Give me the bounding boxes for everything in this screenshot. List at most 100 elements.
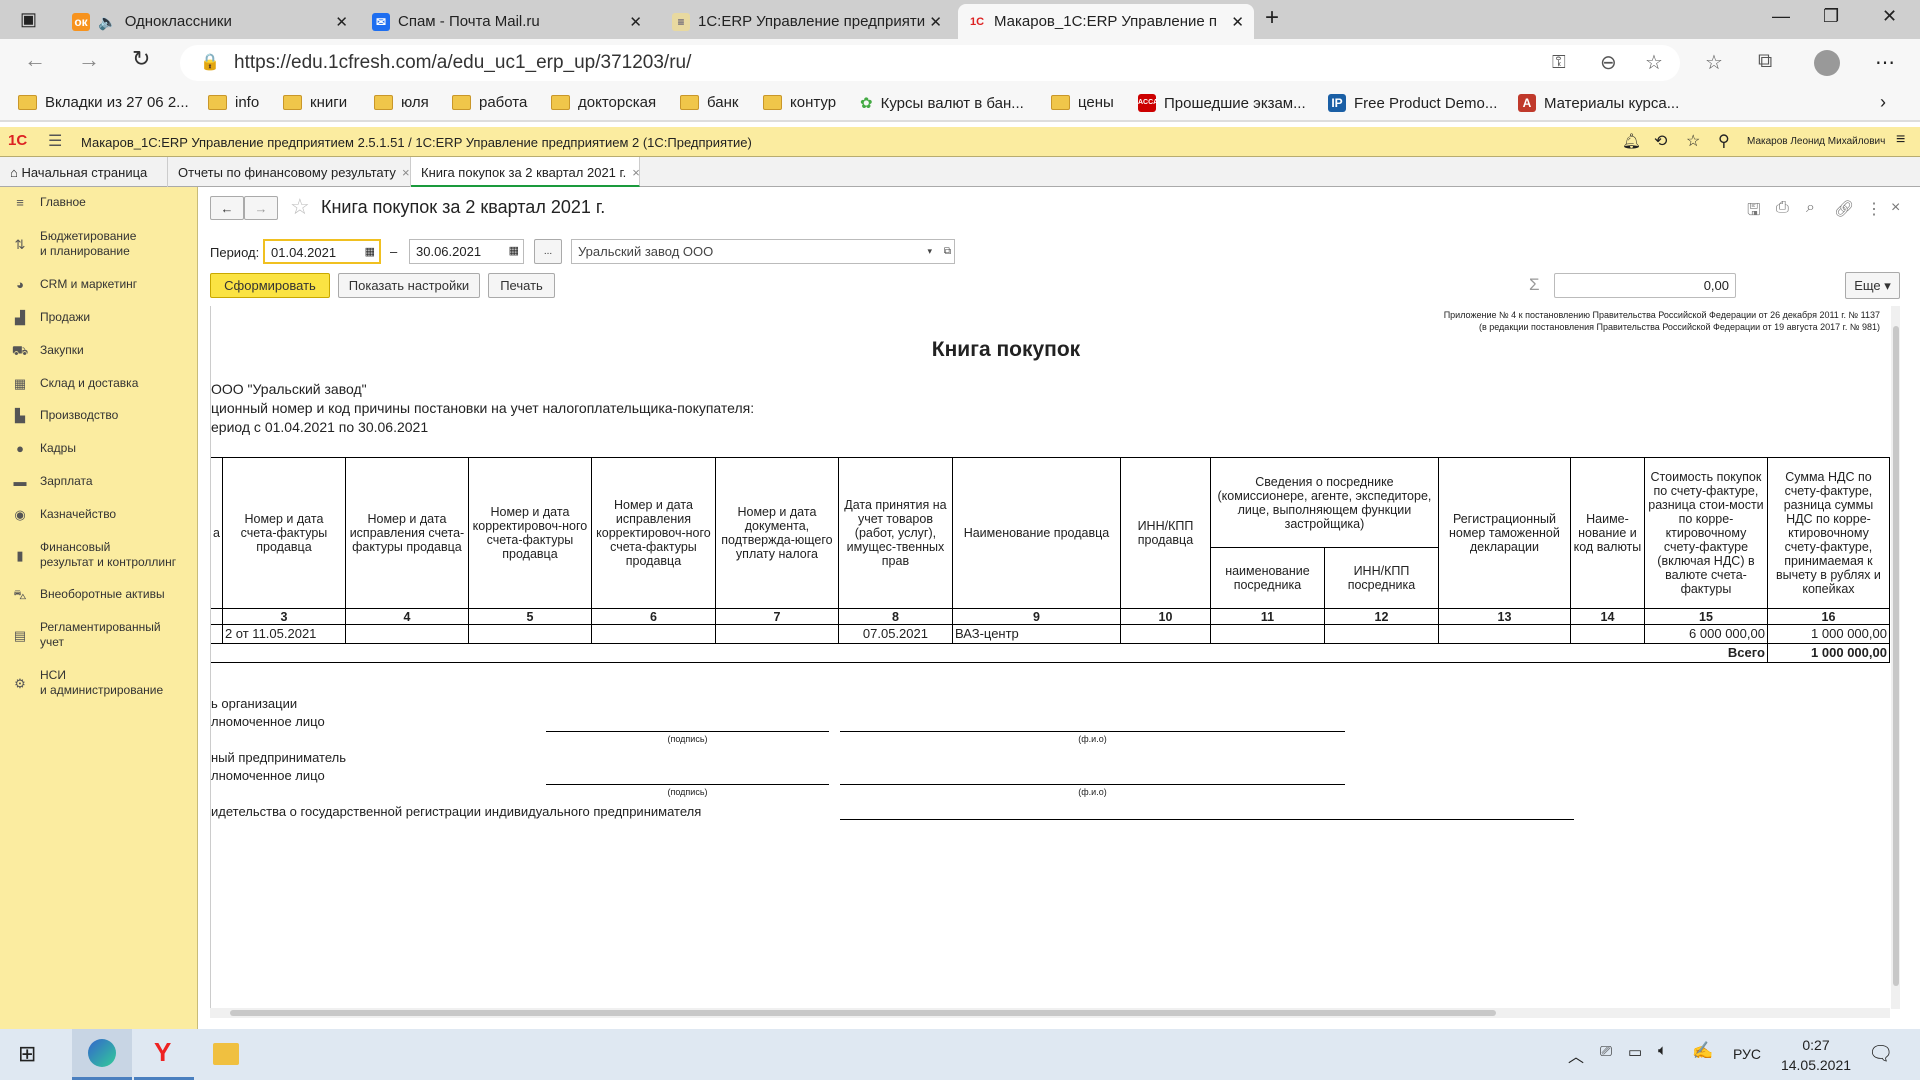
sidebar-item-admin[interactable]: ⚙ НСИ и администрирование xyxy=(0,668,198,698)
key-icon[interactable]: ⚿ xyxy=(1552,52,1566,73)
sidebar-item-salary[interactable]: ▬ Зарплата xyxy=(0,474,198,489)
open-icon[interactable]: ⧉ xyxy=(944,240,951,263)
cell-invoice[interactable]: 2 от 11.05.2021 xyxy=(221,624,346,644)
close-tab-icon[interactable]: × xyxy=(402,165,410,180)
bookmark[interactable]: юля xyxy=(374,94,429,111)
more-actions-icon[interactable]: ⋮ xyxy=(1866,199,1882,219)
bookmark[interactable]: цены xyxy=(1051,94,1114,111)
collections-icon[interactable]: ⧉ xyxy=(1758,50,1772,73)
horizontal-scroll-thumb[interactable] xyxy=(230,1010,1496,1016)
bookmark[interactable]: книги xyxy=(283,94,347,111)
bookmark[interactable]: IP Free Product Demo... xyxy=(1328,94,1497,112)
bookmark[interactable]: A Материалы курса... xyxy=(1518,94,1679,112)
print-button[interactable]: Печать xyxy=(488,273,555,298)
maximize-button[interactable]: ❐ xyxy=(1823,6,1839,27)
sidebar-item-fixed-assets[interactable]: ⛍ Внеоборотные активы xyxy=(0,587,198,602)
calendar-icon[interactable]: ▦ xyxy=(509,240,519,263)
calendar-icon[interactable]: ▦ xyxy=(365,241,375,264)
link-icon[interactable]: 🔗︎ xyxy=(1834,199,1854,219)
close-tab-icon[interactable]: × xyxy=(632,165,640,180)
show-settings-button[interactable]: Показать настройки xyxy=(338,273,480,298)
zoom-icon[interactable]: ⊖ xyxy=(1600,50,1617,75)
dropdown-icon[interactable]: ▾ xyxy=(927,240,932,263)
tab-actions-icon[interactable]: ▣ xyxy=(20,9,37,30)
close-window-button[interactable]: ✕ xyxy=(1882,6,1897,27)
bookmark[interactable]: info xyxy=(208,94,259,111)
more-bookmarks-icon[interactable]: › xyxy=(1880,92,1886,113)
user-name[interactable]: Макаров Леонид Михайлович xyxy=(1747,136,1885,147)
save-icon[interactable]: 🖫 xyxy=(1747,199,1761,226)
network-icon[interactable]: ▭ xyxy=(1628,1043,1642,1061)
sidebar-item-warehouse[interactable]: ▦ Склад и доставка xyxy=(0,376,198,391)
pen-icon[interactable]: ✍ xyxy=(1692,1041,1713,1061)
sidebar-item-main[interactable]: ≡ Главное xyxy=(0,195,198,210)
date-from-input[interactable]: 01.04.2021 ▦ xyxy=(263,239,381,264)
bell-icon[interactable]: 🔔︎ xyxy=(1622,132,1641,150)
back-button[interactable]: ← xyxy=(210,196,244,220)
sidebar-item-budgeting[interactable]: ⇅ Бюджетирование и планирование xyxy=(0,229,198,259)
edge-taskbar-button[interactable] xyxy=(72,1029,132,1080)
search-icon[interactable]: ⚲ xyxy=(1718,131,1730,151)
windows-start-icon[interactable]: ⊞ xyxy=(18,1041,36,1067)
cell-vat[interactable]: 1 000 000,00 xyxy=(1766,624,1890,644)
sidebar-item-hr[interactable]: ● Кадры xyxy=(0,441,198,456)
minimize-button[interactable]: — xyxy=(1772,6,1790,27)
sum-field[interactable]: 0,00 xyxy=(1554,273,1736,298)
sidebar-item-treasury[interactable]: ◉ Казначейство xyxy=(0,507,198,522)
close-tab-icon[interactable]: ✕ xyxy=(335,13,348,31)
favorites-icon[interactable]: ☆ xyxy=(1705,50,1723,75)
report-document[interactable]: Приложение № 4 к постановлению Правитель… xyxy=(210,306,1900,1009)
url-input[interactable]: 🔒 https://edu.1cfresh.com/a/edu_uc1_erp_u… xyxy=(180,45,1680,81)
add-favorite-icon[interactable]: ☆ xyxy=(1645,50,1663,75)
browser-tab[interactable]: ✉ Спам - Почта Mail.ru ✕ xyxy=(362,4,652,39)
bookmark[interactable]: работа xyxy=(452,94,527,111)
camera-icon[interactable]: ⎚ xyxy=(1600,1043,1612,1060)
menu-icon[interactable]: ⋯ xyxy=(1875,50,1895,75)
print-icon[interactable]: ⎙ xyxy=(1776,199,1789,217)
settings-menu-icon[interactable]: ≡ xyxy=(1896,131,1905,149)
sidebar-item-sales[interactable]: ▟ Продажи xyxy=(0,310,198,325)
vertical-scroll-thumb[interactable] xyxy=(1893,326,1899,986)
cell-accept-date[interactable]: 07.05.2021 xyxy=(837,624,953,644)
browser-tab-active[interactable]: 1С Макаров_1С:ERP Управление п ✕ xyxy=(958,4,1254,39)
table-row[interactable]: 2 от 11.05.2021 07.05.2021 ВАЗ-центр 6 0… xyxy=(211,624,1890,644)
tab-purchase-book[interactable]: Книга покупок за 2 квартал 2021 г. × xyxy=(411,157,640,187)
back-icon[interactable]: ← xyxy=(24,47,46,73)
yandex-taskbar-button[interactable]: Y xyxy=(134,1029,194,1080)
close-tab-icon[interactable]: ✕ xyxy=(929,13,942,31)
forward-icon[interactable]: → xyxy=(78,47,100,73)
date-to-input[interactable]: 30.06.2021 ▦ xyxy=(409,239,524,264)
close-form-icon[interactable]: × xyxy=(1891,199,1900,217)
browser-tab[interactable]: ≡ 1С:ERP Управление предприяти ✕ xyxy=(662,4,952,39)
explorer-taskbar-button[interactable] xyxy=(196,1029,256,1080)
cell-seller[interactable]: ВАЗ-центр xyxy=(951,624,1121,644)
profile-avatar[interactable] xyxy=(1814,50,1840,76)
browser-tab[interactable]: ок 🔈 Одноклассники ✕ xyxy=(62,4,358,39)
language-indicator[interactable]: РУС xyxy=(1733,1046,1761,1062)
close-tab-icon[interactable]: ✕ xyxy=(1231,13,1244,31)
sidebar-item-purchases[interactable]: ⛟ Закупки xyxy=(0,343,198,358)
sidebar-item-crm[interactable]: ◕ CRM и маркетинг xyxy=(0,277,198,292)
bookmark[interactable]: ✿ Курсы валют в бан... xyxy=(860,94,1024,113)
sidebar-item-financial-result[interactable]: ▮ Финансовый результат и контроллинг xyxy=(0,540,198,570)
reload-icon[interactable]: ↻ xyxy=(132,46,150,72)
cell-cost[interactable]: 6 000 000,00 xyxy=(1643,624,1768,644)
bookmark[interactable]: Вкладки из 27 06 2... xyxy=(18,94,189,111)
close-tab-icon[interactable]: ✕ xyxy=(629,13,642,31)
period-select-button[interactable]: ... xyxy=(534,239,562,264)
horizontal-scrollbar[interactable] xyxy=(210,1008,1890,1018)
volume-icon[interactable]: 🔈︎ xyxy=(1658,1042,1667,1059)
sidebar-item-regulated-accounting[interactable]: ▤ Регламентированный учет xyxy=(0,620,198,650)
forward-button[interactable]: → xyxy=(244,196,278,220)
generate-button[interactable]: Сформировать xyxy=(210,273,330,298)
hamburger-icon[interactable]: ☰ xyxy=(48,131,62,151)
history-icon[interactable]: ⟲ xyxy=(1654,131,1667,151)
organization-input[interactable]: Уральский завод ООО ▾ ⧉ xyxy=(571,239,955,264)
notifications-icon[interactable]: 🗨︎ xyxy=(1868,1041,1893,1066)
sidebar-item-production[interactable]: ▙ Производство xyxy=(0,408,198,423)
favorites-icon[interactable]: ☆ xyxy=(1686,131,1700,151)
bookmark[interactable]: банк xyxy=(680,94,738,111)
favorite-star-icon[interactable]: ☆ xyxy=(290,194,310,220)
preview-icon[interactable]: ⌕ xyxy=(1806,199,1815,217)
more-button[interactable]: Еще ▾ xyxy=(1845,272,1900,299)
